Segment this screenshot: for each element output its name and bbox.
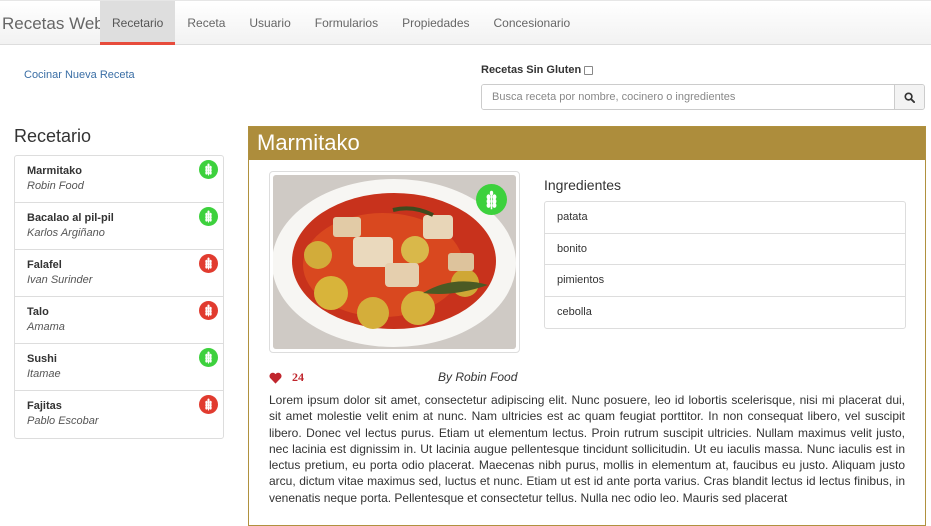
heart-icon[interactable] <box>269 372 282 384</box>
recipe-list-item[interactable]: Talo Amama <box>15 297 223 344</box>
ingredient-item: cebolla <box>557 305 592 318</box>
gluten-free-checkbox[interactable] <box>584 65 594 75</box>
gluten-free-icon <box>476 184 507 215</box>
recipe-cook: Ivan Surinder <box>27 274 93 286</box>
main-nav: Recetario Receta Usuario Formularios Pro… <box>100 1 582 45</box>
new-recipe-link[interactable]: Cocinar Nueva Receta <box>24 69 135 81</box>
recipe-name: Falafel <box>27 259 62 271</box>
search-bar <box>481 84 925 110</box>
recipe-cook: Amama <box>27 321 65 333</box>
recipe-title: Marmitako <box>249 127 925 160</box>
contains-gluten-icon <box>199 254 218 273</box>
nav-tab-formularios[interactable]: Formularios <box>303 1 390 45</box>
gluten-free-icon <box>199 348 218 367</box>
recipe-list-item[interactable]: Falafel Ivan Surinder <box>15 250 223 297</box>
brand[interactable]: Recetas Web <box>2 14 104 34</box>
recipe-name: Talo <box>27 306 49 318</box>
search-input[interactable] <box>482 85 894 109</box>
recipe-photo-image <box>273 175 516 349</box>
nav-tab-usuario[interactable]: Usuario <box>237 1 302 45</box>
recipe-list-item[interactable]: Sushi Itamae <box>15 344 223 391</box>
contains-gluten-icon <box>199 395 218 414</box>
likes: 24 <box>269 370 304 385</box>
recipe-list: Marmitako Robin Food Bacalao al pil-pil … <box>14 155 224 439</box>
recipe-name: Marmitako <box>27 165 83 177</box>
ingredients-title: Ingredientes <box>544 177 622 193</box>
ingredients-list: patata bonito pimientos cebolla <box>544 201 906 329</box>
recipe-list-item[interactable]: Fajitas Pablo Escobar <box>15 391 223 438</box>
likes-count: 24 <box>292 370 304 384</box>
recipe-cook: Karlos Argiñano <box>27 227 105 239</box>
contains-gluten-icon <box>199 301 218 320</box>
recipe-name: Sushi <box>27 353 57 365</box>
ingredient-item: pimientos <box>545 265 905 297</box>
recipe-detail-panel: Marmitako Ingredientes patata bonito pim… <box>248 126 926 526</box>
nav-tab-concesionario[interactable]: Concesionario <box>482 1 583 45</box>
top-navbar: Recetas Web Recetario Receta Usuario For… <box>0 0 931 45</box>
nav-tab-propiedades[interactable]: Propiedades <box>390 1 481 45</box>
recipe-cook: Itamae <box>27 368 61 380</box>
recipe-cook: Robin Food <box>27 180 84 192</box>
nav-tab-recetario[interactable]: Recetario <box>100 1 176 45</box>
search-button[interactable] <box>894 85 924 109</box>
recipe-list-item[interactable]: Bacalao al pil-pil Karlos Argiñano <box>15 203 223 250</box>
gluten-free-icon <box>199 160 218 179</box>
nav-tab-receta[interactable]: Receta <box>175 1 237 45</box>
ingredient-item: patata <box>545 202 905 234</box>
recipe-author: By Robin Food <box>438 370 518 384</box>
recipe-list-item[interactable]: Marmitako Robin Food <box>15 156 223 203</box>
gluten-free-icon <box>199 207 218 226</box>
gluten-free-filter[interactable]: Recetas Sin Gluten <box>481 64 594 76</box>
ingredient-item: bonito <box>545 234 905 265</box>
gluten-free-label: Recetas Sin Gluten <box>481 64 582 76</box>
recipe-name: Fajitas <box>27 400 62 412</box>
recipe-name: Bacalao al pil-pil <box>27 212 114 224</box>
search-icon <box>904 91 915 103</box>
recipe-photo <box>269 171 520 353</box>
sidebar-title: Recetario <box>14 126 92 146</box>
recipe-description: Lorem ipsum dolor sit amet, consectetur … <box>269 393 905 505</box>
recipe-cook: Pablo Escobar <box>27 415 99 427</box>
